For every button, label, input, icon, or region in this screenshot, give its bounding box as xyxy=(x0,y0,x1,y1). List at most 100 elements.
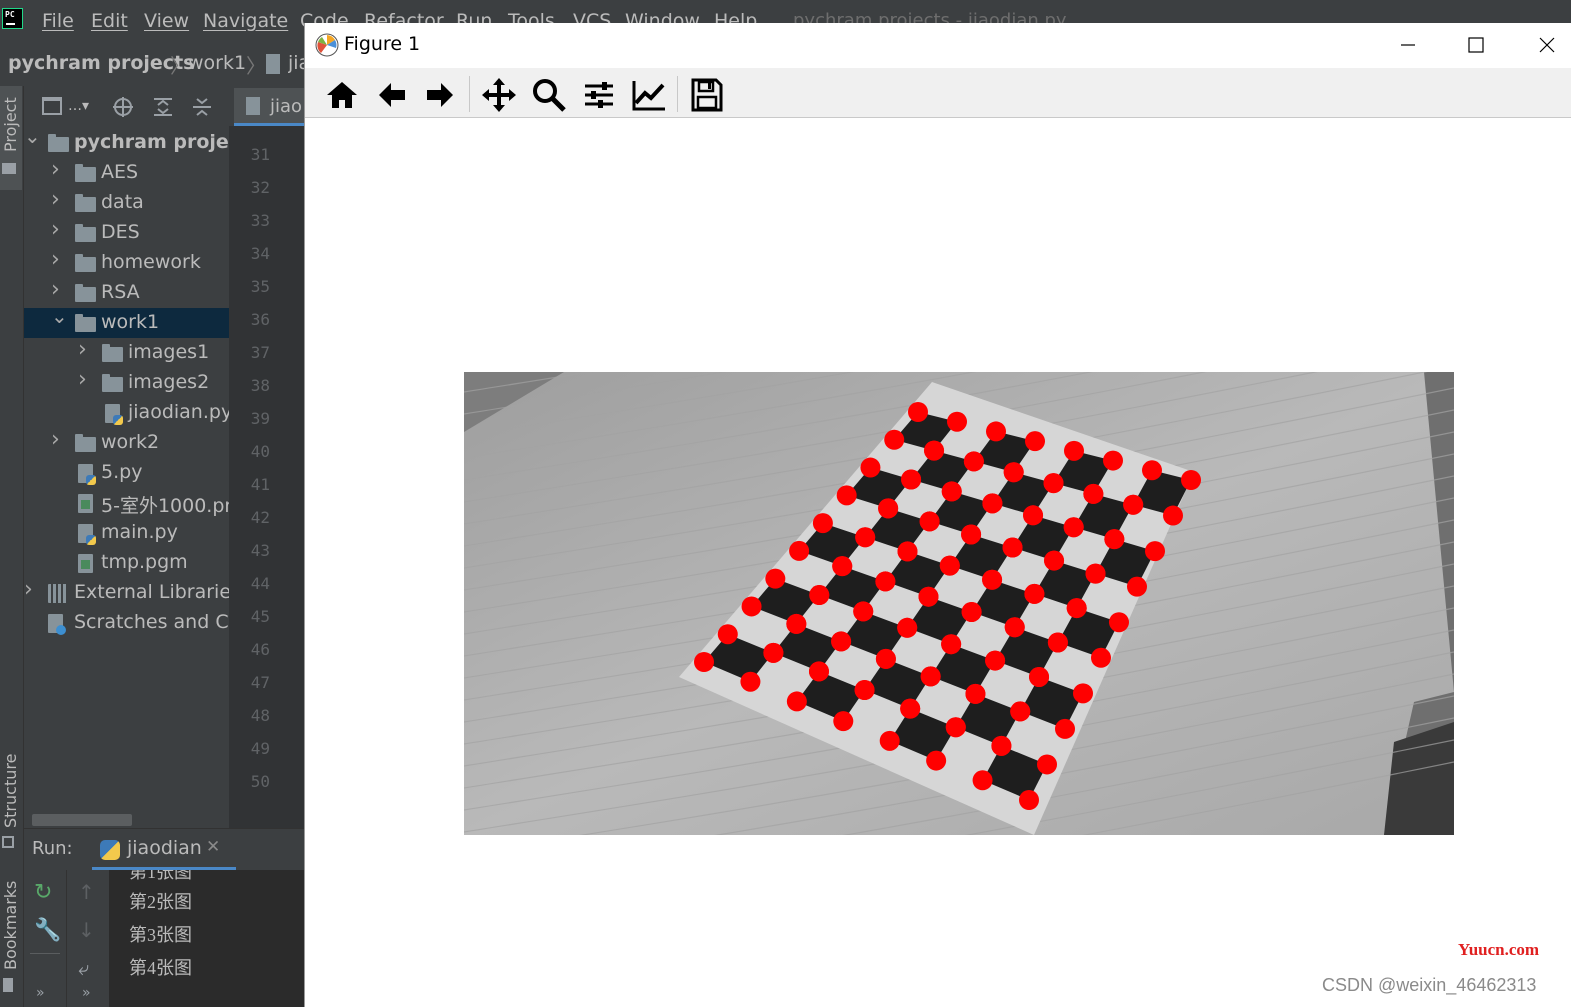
bookmarks-tool-label[interactable]: Bookmarks xyxy=(1,881,20,970)
view-mode-icon[interactable] xyxy=(42,97,62,115)
corner-marker xyxy=(1123,494,1144,515)
close-button[interactable] xyxy=(1527,28,1567,62)
close-tab-icon[interactable]: ✕ xyxy=(206,837,220,857)
tree-item-des[interactable]: › DES xyxy=(24,217,229,248)
tree-item-label: homework xyxy=(101,251,201,273)
corner-marker xyxy=(808,661,829,682)
corner-marker xyxy=(1063,517,1084,538)
forward-arrow-icon[interactable] xyxy=(418,73,462,117)
line-number: 37 xyxy=(250,343,270,362)
tree-item-scratches-and-cor[interactable]: Scratches and Cor xyxy=(24,608,248,638)
chevron-right-icon[interactable]: › xyxy=(51,157,60,182)
figure-image-axes[interactable] xyxy=(464,372,1454,835)
chevron-right-icon[interactable]: › xyxy=(78,337,87,362)
tree-item-external-libraries[interactable]: › External Libraries xyxy=(24,577,241,608)
scroll-up-icon[interactable]: ↑ xyxy=(78,880,95,904)
tree-item-jiaodian-py[interactable]: jiaodian.py xyxy=(24,398,232,428)
menu-navigate[interactable]: Navigate xyxy=(203,10,288,32)
chevron-right-icon[interactable]: › xyxy=(51,217,60,242)
corner-marker xyxy=(1073,683,1093,704)
python-file-icon xyxy=(266,54,280,74)
view-mode-dropdown-icon[interactable]: …▾ xyxy=(68,98,89,114)
tree-item-data[interactable]: › data xyxy=(24,187,229,218)
tree-item-label: 5.py xyxy=(101,461,143,483)
tree-item-5-py[interactable]: 5.py xyxy=(24,458,229,488)
wrench-settings-icon[interactable]: 🔧 xyxy=(34,918,61,943)
line-number: 38 xyxy=(250,376,270,395)
corner-marker xyxy=(853,601,874,622)
project-horizontal-scrollbar[interactable] xyxy=(32,814,132,826)
edit-axis-icon[interactable] xyxy=(627,73,671,117)
chevron-down-icon[interactable]: ⌄ xyxy=(51,304,68,328)
back-arrow-icon[interactable] xyxy=(370,73,414,117)
subplots-config-icon[interactable] xyxy=(577,73,621,117)
toolbar-divider xyxy=(30,953,60,954)
tree-item-5-1000-pn[interactable]: 5-室外1000.pn xyxy=(24,488,236,518)
more-actions-icon[interactable]: » xyxy=(82,985,91,1001)
editor-tab-jiaodian[interactable]: jiao xyxy=(234,88,306,126)
folder-icon xyxy=(75,314,96,332)
home-icon[interactable] xyxy=(320,73,364,117)
maximize-button[interactable] xyxy=(1456,28,1496,62)
tree-item-tmp-pgm[interactable]: tmp.pgm xyxy=(24,548,229,578)
soft-wrap-icon[interactable]: ⤶ xyxy=(78,956,89,980)
chevron-down-icon[interactable]: ⌄ xyxy=(24,124,41,148)
tree-item-aes[interactable]: › AES xyxy=(24,157,229,188)
corner-marker xyxy=(860,457,881,478)
tree-item-label: work1 xyxy=(101,311,160,333)
chevron-right-icon[interactable]: › xyxy=(51,277,60,302)
folder-icon xyxy=(75,224,96,242)
corner-marker xyxy=(875,571,896,592)
run-tab-jiaodian[interactable]: jiaodian ✕ xyxy=(92,832,236,870)
chevron-right-icon[interactable]: › xyxy=(51,247,60,272)
chevron-right-icon[interactable]: › xyxy=(24,577,33,602)
locate-file-icon[interactable] xyxy=(112,96,134,118)
minimize-button[interactable] xyxy=(1388,28,1428,62)
more-actions-icon[interactable]: » xyxy=(36,985,45,1001)
tree-item-work2[interactable]: › work2 xyxy=(24,427,229,458)
breadcrumb-folder[interactable]: work1 xyxy=(188,52,246,74)
corner-marker xyxy=(986,421,1006,442)
collapse-all-icon[interactable] xyxy=(191,96,213,118)
run-console-output[interactable]: 第1张图 第2张图 第3张图 第4张图 xyxy=(109,870,306,1007)
scroll-down-icon[interactable]: ↓ xyxy=(78,918,95,942)
corner-marker xyxy=(985,650,1006,671)
line-number: 44 xyxy=(250,574,270,593)
breadcrumb-project[interactable]: pychram projects xyxy=(8,52,194,74)
chevron-right-icon[interactable]: › xyxy=(51,187,60,212)
tree-item-images2[interactable]: › images2 xyxy=(24,367,229,398)
bookmark-icon xyxy=(3,978,13,992)
menu-view[interactable]: View xyxy=(144,10,189,32)
corner-marker xyxy=(1127,576,1147,597)
folder-icon xyxy=(75,194,96,212)
corner-marker xyxy=(1019,790,1039,810)
structure-tool-label[interactable]: Structure xyxy=(1,754,20,828)
expand-all-icon[interactable] xyxy=(152,96,174,118)
pan-move-icon[interactable] xyxy=(477,73,521,117)
chevron-right-icon[interactable]: › xyxy=(51,427,60,452)
chevron-right-icon[interactable]: › xyxy=(78,367,87,392)
line-number: 36 xyxy=(250,310,270,329)
zoom-magnifier-icon[interactable] xyxy=(527,73,571,117)
tree-item-images1[interactable]: › images1 xyxy=(24,337,229,368)
corner-marker xyxy=(982,493,1003,514)
folder-icon xyxy=(102,374,123,392)
tree-item-work1[interactable]: ⌄ work1 xyxy=(24,304,229,338)
corner-marker xyxy=(972,770,993,791)
line-number: 48 xyxy=(250,706,270,725)
menu-edit[interactable]: Edit xyxy=(91,10,128,32)
figure-titlebar xyxy=(305,24,1571,68)
project-tool-label[interactable]: Project xyxy=(1,97,20,152)
corner-marker xyxy=(941,634,962,655)
menu-file[interactable]: File xyxy=(42,10,74,32)
line-number: 45 xyxy=(250,607,270,626)
corner-marker xyxy=(1145,541,1165,562)
tree-item-main-py[interactable]: main.py xyxy=(24,518,229,548)
save-floppy-icon[interactable] xyxy=(685,73,729,117)
corner-marker xyxy=(1142,460,1162,481)
tree-item-homework[interactable]: › homework xyxy=(24,247,229,278)
rerun-icon[interactable]: ↻ xyxy=(34,880,52,905)
tree-item-pychram-projects[interactable]: ⌄ pychram projects xyxy=(24,124,260,158)
corner-marker xyxy=(1066,598,1087,619)
folder-icon xyxy=(75,254,96,272)
